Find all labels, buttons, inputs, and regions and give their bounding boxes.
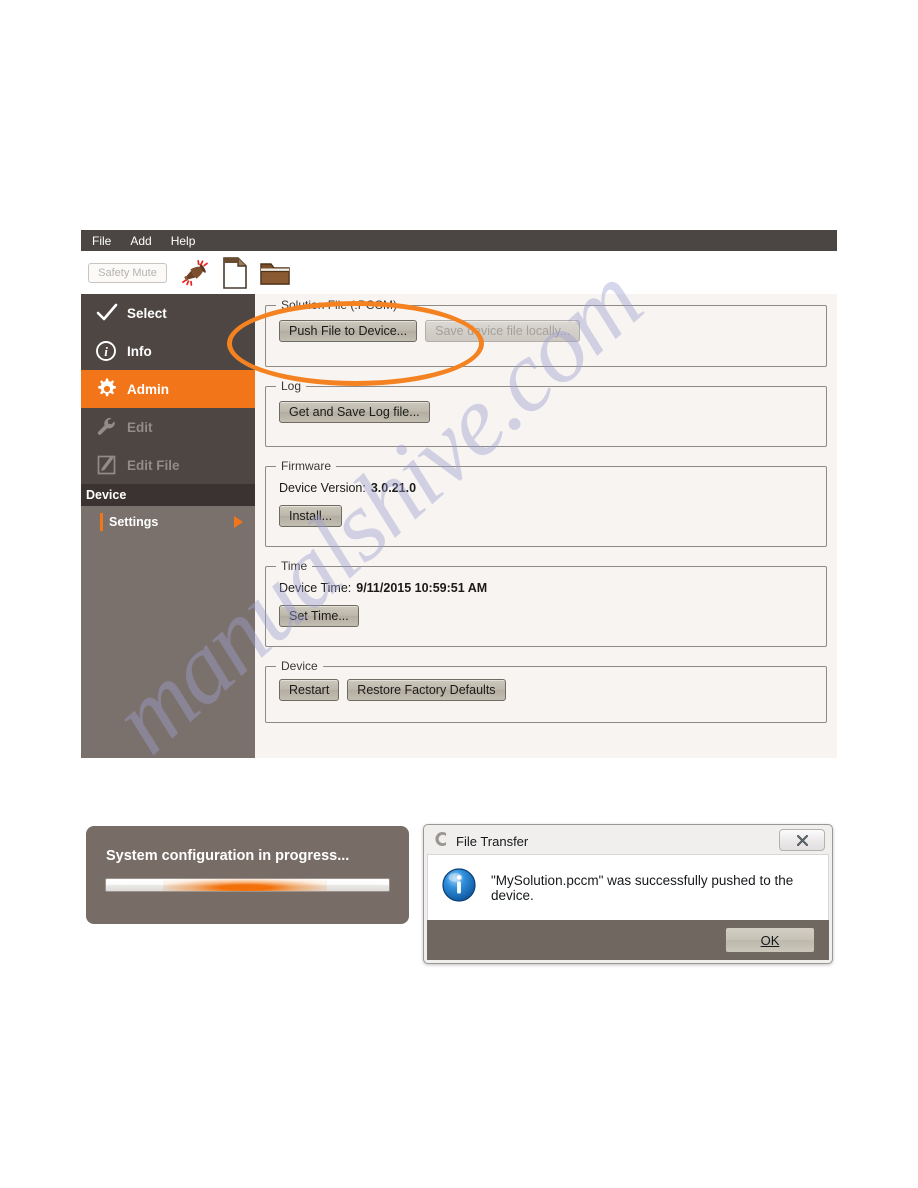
group-body: Restart Restore Factory Defaults — [266, 667, 826, 714]
group-time: Time Device Time: 9/11/2015 10:59:51 AM S… — [265, 559, 827, 647]
info-circle-icon: i — [95, 339, 127, 363]
file-transfer-dialog: File Transfer "MySolution.pccm" was succ… — [423, 824, 833, 964]
sidebar-section-header-device: Device — [81, 484, 255, 506]
menu-bar: File Add Help — [81, 230, 837, 251]
info-icon — [441, 867, 477, 908]
progress-bar — [105, 878, 390, 892]
open-folder-icon[interactable] — [257, 256, 293, 290]
dialog-message: "MySolution.pccm" was successfully pushe… — [491, 872, 794, 903]
progress-toast-dialog: System configuration in progress... — [86, 826, 409, 924]
device-version-value: 3.0.21.0 — [370, 481, 417, 495]
mute-speaker-icon[interactable] — [177, 256, 213, 290]
application-window: File Add Help Safety Mute Select i Info … — [81, 230, 837, 758]
group-title: Log — [276, 379, 307, 393]
sidebar-item-info[interactable]: i Info — [81, 332, 255, 370]
toolbar: Safety Mute — [81, 251, 837, 294]
sidebar-item-label: Info — [127, 343, 152, 359]
app-c-icon — [433, 830, 449, 853]
pencil-square-icon — [95, 453, 127, 477]
device-time-value: 9/11/2015 10:59:51 AM — [356, 581, 488, 595]
sidebar-item-label: Admin — [127, 381, 169, 397]
progress-bar-indicator — [162, 879, 327, 891]
svg-text:i: i — [104, 344, 108, 359]
sidebar-item-edit-file: Edit File — [81, 446, 255, 484]
device-version-label: Device Version: — [279, 481, 366, 495]
sidebar-item-settings[interactable]: Settings — [81, 506, 255, 538]
dialog-body: "MySolution.pccm" was successfully pushe… — [427, 854, 829, 920]
group-solution-file: Solution File (.PCCM) Push File to Devic… — [265, 298, 827, 367]
sidebar-item-edit: Edit — [81, 408, 255, 446]
group-body: Device Time: 9/11/2015 10:59:51 AM Set Ti… — [266, 567, 826, 640]
dialog-footer: OK — [427, 920, 829, 960]
ok-button[interactable]: OK — [725, 927, 815, 953]
sidebar-subitem-label: Settings — [109, 515, 159, 529]
menu-item-help[interactable]: Help — [171, 234, 196, 248]
menu-item-add[interactable]: Add — [130, 234, 151, 248]
device-version-row: Device Version: 3.0.21.0 — [279, 481, 813, 495]
set-time-button[interactable]: Set Time... — [279, 605, 359, 627]
check-icon — [95, 303, 127, 323]
group-title: Time — [276, 559, 313, 573]
admin-content-panel: Solution File (.PCCM) Push File to Devic… — [255, 294, 837, 758]
sidebar-item-label: Edit — [127, 419, 153, 435]
gear-icon — [95, 377, 127, 401]
sidebar-navigation: Select i Info Admin Edit Edit File Devic… — [81, 294, 255, 758]
active-indicator-bar — [100, 513, 103, 531]
group-title: Solution File (.PCCM) — [276, 298, 403, 312]
install-firmware-button[interactable]: Install... — [279, 505, 343, 527]
group-body: Device Version: 3.0.21.0 Install... — [266, 467, 826, 540]
menu-item-file[interactable]: File — [92, 234, 111, 248]
group-title: Device — [276, 659, 323, 673]
ok-button-label: OK — [760, 932, 780, 948]
sidebar-item-admin[interactable]: Admin — [81, 370, 255, 408]
sidebar-item-label: Edit File — [127, 457, 180, 473]
save-device-file-locally-button: Save device file locally... — [425, 320, 581, 342]
progress-toast-title: System configuration in progress... — [106, 848, 350, 864]
group-log: Log Get and Save Log file... — [265, 379, 827, 447]
new-file-icon[interactable] — [217, 256, 253, 290]
push-file-to-device-button[interactable]: Push File to Device... — [279, 320, 418, 342]
group-firmware: Firmware Device Version: 3.0.21.0 Install… — [265, 459, 827, 547]
group-title: Firmware — [276, 459, 336, 473]
device-time-row: Device Time: 9/11/2015 10:59:51 AM — [279, 581, 813, 595]
sidebar-item-label: Select — [127, 305, 167, 321]
wrench-icon — [95, 415, 127, 439]
restart-button[interactable]: Restart — [279, 679, 340, 701]
chevron-right-icon — [234, 516, 243, 528]
safety-mute-button[interactable]: Safety Mute — [88, 262, 167, 283]
dialog-title: File Transfer — [456, 833, 529, 849]
sidebar-item-select[interactable]: Select — [81, 294, 255, 332]
restore-factory-defaults-button[interactable]: Restore Factory Defaults — [347, 679, 506, 701]
group-device: Device Restart Restore Factory Defaults — [265, 659, 827, 723]
group-body: Push File to Device... Save device file … — [266, 306, 826, 355]
group-body: Get and Save Log file... — [266, 387, 826, 436]
get-and-save-log-file-button[interactable]: Get and Save Log file... — [279, 401, 430, 423]
close-icon[interactable] — [779, 829, 825, 851]
device-time-label: Device Time: — [279, 581, 352, 595]
dialog-titlebar: File Transfer — [427, 828, 829, 854]
sidebar-primary-group: Select i Info Admin Edit Edit File — [81, 294, 255, 484]
